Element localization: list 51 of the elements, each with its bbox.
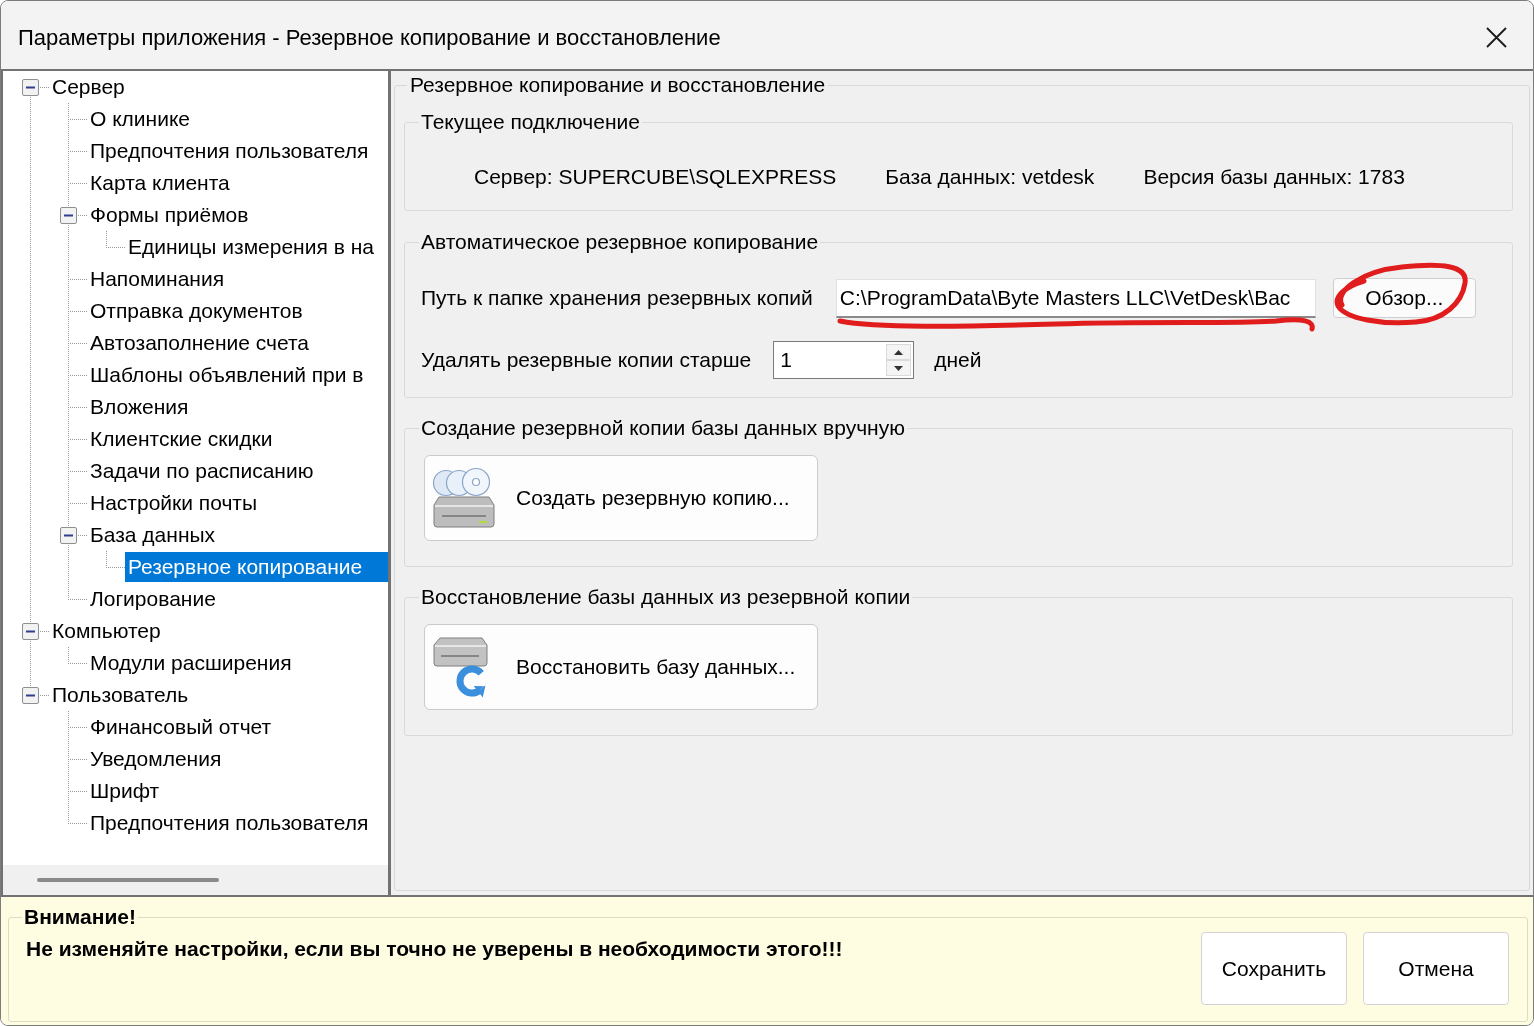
tree-item[interactable]: Задачи по расписанию [87,456,317,486]
warning-message: Не изменяйте настройки, если вы точно не уверены в необходимости этого!!! [26,936,844,962]
tree-item[interactable]: Компьютер [49,616,164,646]
tree-item[interactable]: Логирование [87,584,219,614]
tree-item[interactable]: Вложения [87,392,192,422]
tree-item[interactable]: О клинике [87,104,193,134]
tree-item[interactable]: Модули расширения [87,648,295,678]
collapse-icon[interactable] [59,526,77,544]
tree-item[interactable]: Карта клиента [87,168,233,198]
tree-item[interactable]: Резервное копирование [125,552,388,582]
field-label: Путь к папке хранения резервных копий [421,285,813,312]
group-title: Восстановление базы данных из резервной копии [420,584,912,610]
connection-info: База данных: vetdesk [885,164,1095,190]
group-title: Текущее подключение [420,109,641,135]
group-title: Автоматическое резервное копирование [420,229,820,255]
cancel-button[interactable]: Отмена [1363,932,1509,1005]
tree-item[interactable]: Единицы измерения в на [125,232,377,262]
tree-item[interactable]: База данных [87,520,219,550]
tree-item[interactable]: Уведомления [87,744,225,774]
group-title: Создание резервной копии базы данных вручную [420,415,906,441]
tree-item[interactable]: Клиентские скидки [87,424,276,454]
save-button[interactable]: Сохранить [1201,932,1347,1005]
tree-item[interactable]: Напоминания [87,264,228,294]
tree-item[interactable]: Формы приёмов [87,200,252,230]
group-title: Резервное копирование и восстановление [409,72,827,98]
tree-item[interactable]: Автозаполнение счета [87,328,313,358]
restore-button[interactable]: Восстановить базу данных... [424,624,818,710]
tree-item[interactable]: Отправка документов [87,296,306,326]
window-title: Параметры приложения - Резервное копирование и восстановление [18,24,721,52]
connection-info: Сервер: SUPERCUBE\SQLEXPRESS [474,164,837,190]
tree-item[interactable]: Предпочтения пользователя [87,136,372,166]
discs-drive-icon [432,467,496,529]
collapse-icon[interactable] [21,78,39,96]
tree-item[interactable]: Сервер [49,72,128,102]
scrollbar-thumb[interactable] [37,878,219,882]
tree-item[interactable]: Пользователь [49,680,192,710]
field-label: Удалять резервные копии старше [421,347,752,374]
tree-item[interactable]: Настройки почты [87,488,261,518]
collapse-icon[interactable] [59,206,77,224]
tree-item[interactable]: Шаблоны объявлений при в [87,360,367,390]
tree-item[interactable]: Шрифт [87,776,163,806]
close-icon [1485,26,1507,48]
create-backup-button[interactable]: Создать резервную копию... [424,455,818,541]
tree-item[interactable]: Предпочтения пользователя [87,808,372,838]
tree-item[interactable]: Финансовый отчет [87,712,275,742]
collapse-icon[interactable] [21,622,39,640]
path-field[interactable]: C:\ProgramData\Byte Masters LLC\VetDesk\Bac [835,278,1316,318]
warning-title: Внимание! [23,904,137,930]
connection-info: Версия базы данных: 1783 [1143,164,1405,190]
unit-label: дней [934,347,982,374]
collapse-icon[interactable] [21,686,39,704]
